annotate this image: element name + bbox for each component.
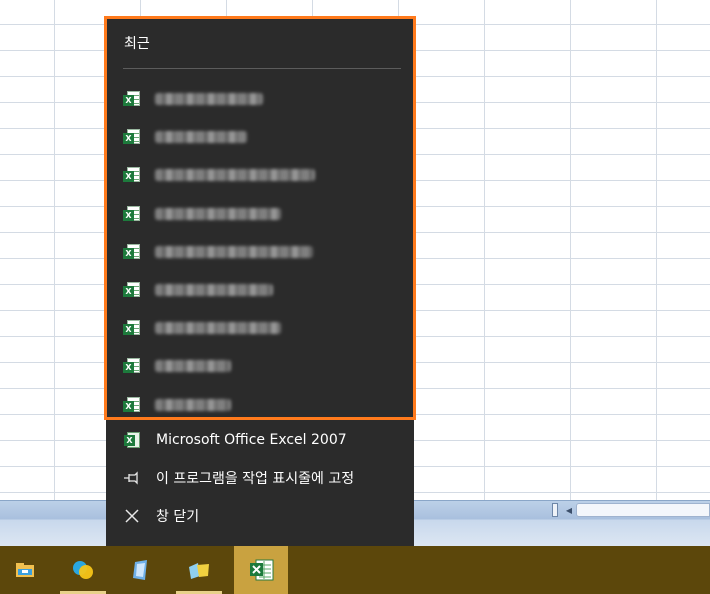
scroll-left-arrow-icon[interactable]: ◀: [562, 503, 576, 517]
split-handle[interactable]: [552, 503, 558, 517]
divider: [123, 68, 401, 69]
taskbar: [0, 546, 710, 594]
excel-file-icon: X: [123, 396, 141, 414]
pin-to-taskbar-label: 이 프로그램을 작업 표시줄에 고정: [156, 471, 355, 487]
excel-icon: [249, 558, 274, 582]
file-explorer-icon: [13, 558, 37, 582]
open-excel-item[interactable]: X Microsoft Office Excel 2007: [106, 421, 414, 459]
recent-list: X X X X X X X X X: [107, 80, 413, 424]
excel-file-icon: X: [123, 319, 141, 337]
excel-file-icon: X: [123, 281, 141, 299]
recent-section: 최근 X X X X X X X X X: [104, 16, 416, 420]
close-window-label: 창 닫기: [156, 509, 200, 525]
excel-file-icon: X: [123, 205, 141, 223]
taskbar-button-app2[interactable]: [58, 546, 108, 594]
recent-item[interactable]: X: [107, 156, 413, 194]
recent-item[interactable]: X: [107, 80, 413, 118]
redacted-filename: [155, 322, 281, 335]
excel-file-icon: X: [123, 128, 141, 146]
redacted-filename: [155, 245, 313, 258]
app-circles-icon: [71, 558, 95, 582]
app-blue-doc-icon: [129, 558, 153, 582]
open-excel-label: Microsoft Office Excel 2007: [156, 432, 347, 448]
taskbar-button-explorer[interactable]: [0, 546, 50, 594]
redacted-filename: [155, 360, 231, 373]
recent-item[interactable]: X: [107, 118, 413, 156]
scroll-track[interactable]: [576, 503, 710, 517]
close-window-item[interactable]: 창 닫기: [106, 497, 414, 535]
pin-to-taskbar-item[interactable]: 이 프로그램을 작업 표시줄에 고정: [106, 459, 414, 497]
recent-item[interactable]: X: [107, 309, 413, 347]
app-folders-icon: [187, 558, 211, 582]
excel-app-icon: X: [122, 430, 142, 450]
horizontal-scrollbar[interactable]: ◀: [552, 502, 710, 518]
recent-item[interactable]: X: [107, 195, 413, 233]
excel-file-icon: X: [123, 90, 141, 108]
taskbar-button-excel[interactable]: [234, 546, 288, 594]
redacted-filename: [155, 207, 281, 220]
excel-file-icon: X: [123, 357, 141, 375]
pin-icon: [122, 468, 142, 488]
redacted-filename: [155, 398, 231, 411]
excel-file-icon: X: [123, 166, 141, 184]
taskbar-button-app4[interactable]: [174, 546, 224, 594]
recent-item[interactable]: X: [107, 347, 413, 385]
redacted-filename: [155, 169, 315, 182]
excel-file-icon: X: [123, 243, 141, 261]
redacted-filename: [155, 284, 273, 297]
close-icon: [122, 506, 142, 526]
recent-header: 최근: [124, 36, 150, 52]
recent-item[interactable]: X: [107, 271, 413, 309]
recent-item[interactable]: X: [107, 386, 413, 424]
taskbar-button-app3[interactable]: [116, 546, 166, 594]
redacted-filename: [155, 93, 263, 106]
recent-item[interactable]: X: [107, 233, 413, 271]
redacted-filename: [155, 131, 247, 144]
